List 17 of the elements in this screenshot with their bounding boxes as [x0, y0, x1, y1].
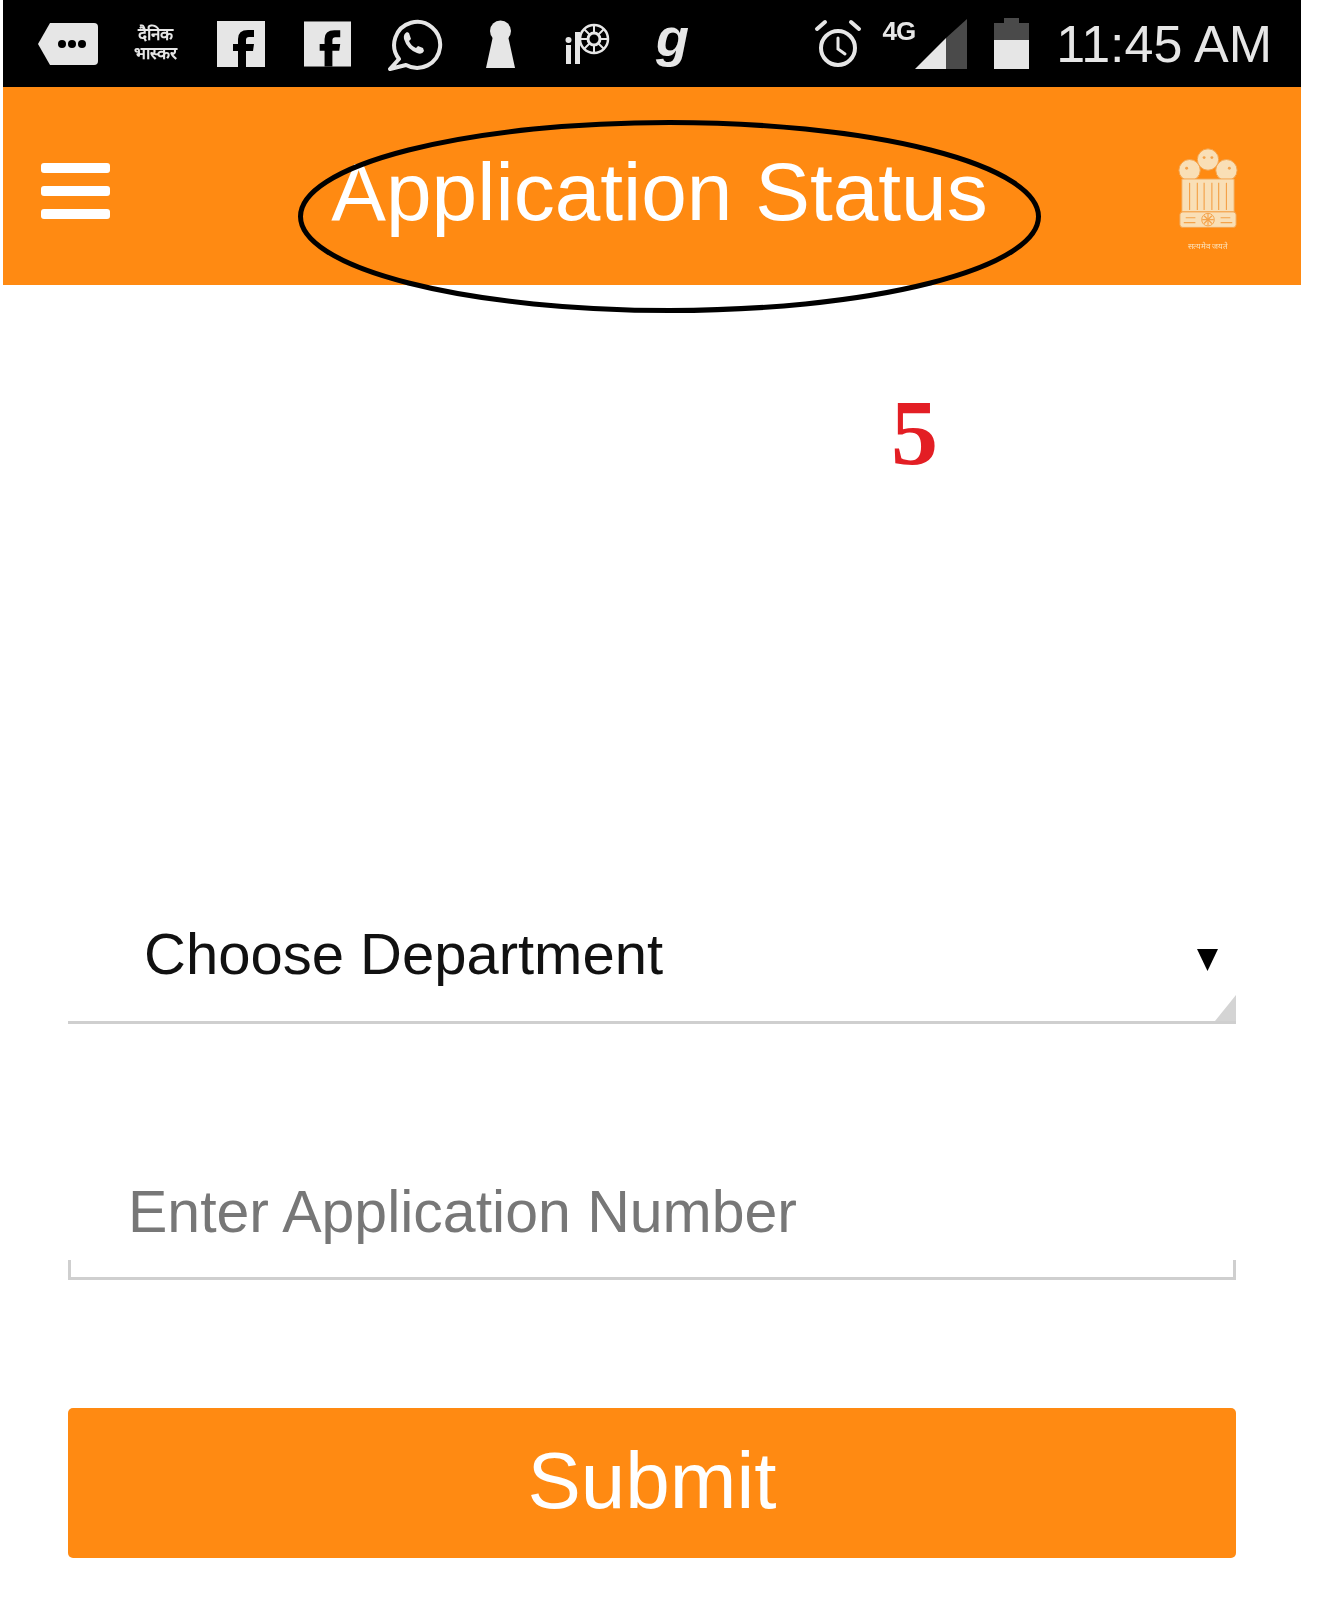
battery-icon	[994, 18, 1030, 69]
emblem-motto: सत्यमेव जयते	[1187, 240, 1229, 253]
news-logo: दैनिक भास्कर	[132, 24, 179, 63]
signal-icon	[915, 18, 968, 69]
page-title: Application Status	[331, 146, 988, 238]
sun-ring-icon	[565, 21, 610, 66]
keyhole-icon	[484, 19, 517, 68]
network-type: 4G	[882, 17, 916, 45]
menu-icon[interactable]	[41, 163, 110, 219]
tag-icon	[38, 22, 98, 65]
caret-icon	[1197, 949, 1218, 971]
f-square-icon	[217, 20, 265, 67]
department-dropdown[interactable]: Choose Department	[68, 885, 1236, 1024]
corner-triangle-icon	[1215, 995, 1236, 1021]
clock-time: 11:45 AM	[1056, 14, 1272, 73]
f-square-icon	[304, 20, 351, 67]
step-number: 5	[891, 385, 938, 479]
